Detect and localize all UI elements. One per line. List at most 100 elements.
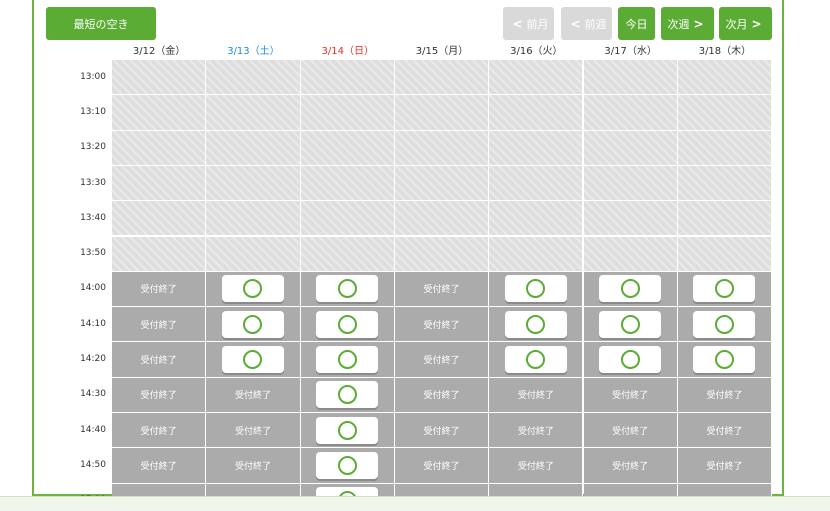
slot-past xyxy=(489,130,584,166)
slot-closed: 受付終了 xyxy=(489,448,584,484)
time-label: 13:40 xyxy=(80,212,106,223)
slot-available-button[interactable] xyxy=(504,275,567,303)
slot-open xyxy=(489,342,584,378)
slot-closed-label: 受付終了 xyxy=(706,461,743,472)
slot-closed: 受付終了 xyxy=(206,377,301,413)
day-header: 3/15（月） xyxy=(415,46,469,57)
time-label: 13:10 xyxy=(80,106,106,117)
chevron-left-icon: < xyxy=(512,16,523,31)
time-label: 13:00 xyxy=(80,71,106,82)
slot-closed: 受付終了 xyxy=(394,307,490,343)
slot-past xyxy=(300,165,395,202)
next-month-button[interactable]: 次月 > xyxy=(719,7,772,40)
slot-past xyxy=(677,201,772,237)
slot-available-button[interactable] xyxy=(221,346,284,374)
slot-available-button[interactable] xyxy=(316,381,379,409)
available-circle-icon xyxy=(243,279,263,299)
slot-closed-label: 受付終了 xyxy=(140,356,177,367)
slot-past xyxy=(394,236,490,272)
slot-past xyxy=(394,130,490,166)
slot-available-button[interactable] xyxy=(316,416,379,444)
slot-closed-label: 受付終了 xyxy=(423,320,460,331)
chevron-left-icon: < xyxy=(570,16,581,31)
available-circle-icon xyxy=(337,279,357,299)
slot-open xyxy=(300,307,395,343)
slot-closed-label: 受付終了 xyxy=(423,426,460,437)
slot-past xyxy=(583,95,678,131)
slot-closed: 受付終了 xyxy=(112,342,207,378)
slot-available-button[interactable] xyxy=(504,310,567,338)
available-circle-icon xyxy=(620,279,640,299)
available-circle-icon xyxy=(526,314,546,334)
prev-week-button[interactable]: < 前週 xyxy=(561,7,612,40)
slot-past xyxy=(112,236,207,272)
prev-month-button[interactable]: < 前月 xyxy=(503,7,554,40)
slot-closed-label: 受付終了 xyxy=(140,426,177,437)
slot-past xyxy=(300,201,395,237)
prev-month-label: 前月 xyxy=(526,17,549,31)
day-header: 3/14（日） xyxy=(321,46,374,57)
slot-available-button[interactable] xyxy=(693,346,756,374)
slot-past xyxy=(394,60,490,96)
available-circle-icon xyxy=(526,279,546,299)
slot-closed: 受付終了 xyxy=(394,448,490,484)
slot-past xyxy=(206,236,301,272)
day-header: 3/17（水） xyxy=(604,46,657,57)
slot-available-button[interactable] xyxy=(221,310,284,338)
available-circle-icon xyxy=(337,385,357,405)
slot-closed: 受付終了 xyxy=(112,307,207,343)
available-circle-icon xyxy=(714,314,734,334)
slot-open xyxy=(300,448,395,484)
slot-past xyxy=(677,165,772,202)
slot-open xyxy=(300,377,395,413)
slot-past xyxy=(583,201,678,237)
slot-open xyxy=(677,342,772,378)
slot-available-button[interactable] xyxy=(504,346,567,374)
time-label: 14:20 xyxy=(80,354,106,365)
earliest-availability-label: 最短の空き xyxy=(73,17,129,31)
slot-past xyxy=(677,236,772,272)
day-header: 3/18（木） xyxy=(698,46,752,57)
slot-available-button[interactable] xyxy=(221,275,284,303)
slot-available-button[interactable] xyxy=(316,310,379,338)
earliest-availability-button[interactable]: 最短の空き xyxy=(46,7,156,40)
today-button[interactable]: 今日 xyxy=(618,7,655,40)
slot-available-button[interactable] xyxy=(316,275,379,303)
slot-available-button[interactable] xyxy=(599,310,662,338)
slot-open xyxy=(206,271,301,308)
slot-closed-label: 受付終了 xyxy=(140,285,177,296)
slot-past xyxy=(489,236,584,272)
available-circle-icon xyxy=(620,314,640,334)
slot-past xyxy=(206,201,301,237)
slot-past xyxy=(112,165,207,202)
slot-closed-label: 受付終了 xyxy=(612,391,649,402)
next-week-label: 次週 xyxy=(667,17,690,31)
slot-past xyxy=(300,236,395,272)
slot-open xyxy=(583,342,678,378)
time-label: 14:30 xyxy=(80,389,106,400)
slot-available-button[interactable] xyxy=(599,275,662,303)
chevron-right-icon: > xyxy=(751,16,762,31)
slot-past xyxy=(583,165,678,202)
today-label: 今日 xyxy=(625,17,648,31)
slot-past xyxy=(489,201,584,237)
slot-closed-label: 受付終了 xyxy=(517,461,554,472)
slot-closed: 受付終了 xyxy=(394,342,490,378)
slot-closed-label: 受付終了 xyxy=(517,391,554,402)
slot-open xyxy=(300,342,395,378)
slot-available-button[interactable] xyxy=(316,451,379,479)
available-circle-icon xyxy=(714,350,734,370)
slot-available-button[interactable] xyxy=(316,346,379,374)
day-header: 3/16（火） xyxy=(510,46,563,57)
slot-closed: 受付終了 xyxy=(489,377,584,413)
slot-available-button[interactable] xyxy=(599,346,662,374)
time-label: 13:20 xyxy=(80,142,106,153)
slot-available-button[interactable] xyxy=(693,310,756,338)
slot-open xyxy=(300,271,395,308)
slot-available-button[interactable] xyxy=(693,275,756,303)
slot-closed: 受付終了 xyxy=(112,413,207,449)
slot-past xyxy=(112,95,207,131)
next-week-button[interactable]: 次週 > xyxy=(661,7,714,40)
available-circle-icon xyxy=(337,455,357,475)
slot-past xyxy=(583,60,678,96)
